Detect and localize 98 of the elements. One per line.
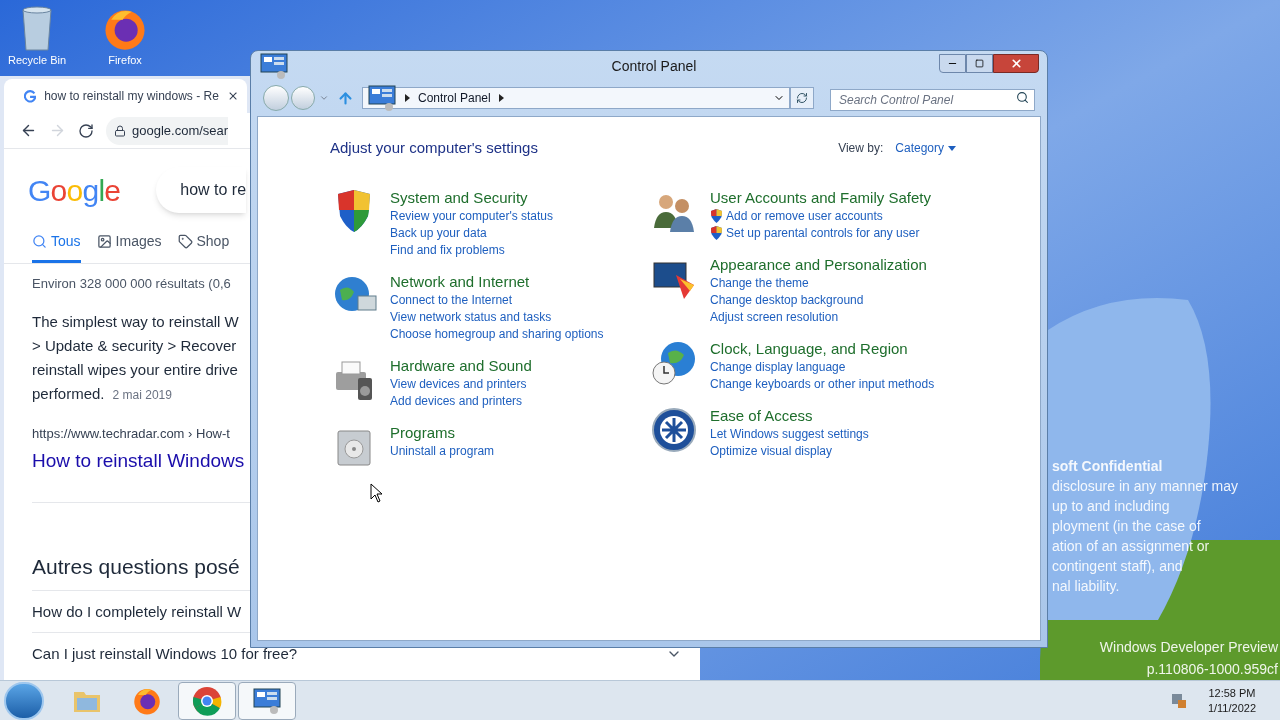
maximize-icon <box>975 58 984 68</box>
forward-button[interactable] <box>291 86 315 110</box>
category-link[interactable]: Back up your data <box>390 224 487 242</box>
tag-icon <box>177 234 193 249</box>
chrome-icon <box>192 685 222 716</box>
category-title[interactable]: Clock, Language, and Region <box>710 338 935 359</box>
notice-text: soft Confidential <box>1052 457 1164 476</box>
clock-time[interactable]: 12:58 PM <box>1208 685 1256 701</box>
notice-text: up to and including <box>1052 497 1171 516</box>
control-panel-icon <box>367 84 397 112</box>
browser-tab[interactable]: how to reinstall my windows - Re <box>4 79 247 113</box>
snippet-text: The simplest way to reinstall W <box>32 311 239 332</box>
mouse-pointer-icon <box>370 483 383 503</box>
view-by-dropdown[interactable]: Category <box>895 139 956 158</box>
shield-icon <box>710 209 723 223</box>
category-link[interactable]: Add or remove user accounts <box>726 207 883 225</box>
category-title[interactable]: Network and Internet <box>390 271 604 292</box>
start-button[interactable] <box>4 681 44 720</box>
build-text: Windows Developer Preview <box>1099 638 1278 657</box>
address-bar[interactable]: google.com/sear <box>106 116 229 145</box>
refresh-button[interactable] <box>790 87 814 109</box>
search-tab[interactable]: Images <box>96 231 162 263</box>
network-tray-icon[interactable] <box>1169 691 1188 710</box>
close-button[interactable] <box>993 53 1039 73</box>
search-field[interactable]: Search Control Panel <box>830 89 1035 111</box>
breadcrumb-item[interactable]: Control Panel <box>418 89 491 107</box>
category-link[interactable]: View devices and printers <box>390 375 527 393</box>
category-link[interactable]: Optimize visual display <box>710 442 833 460</box>
recycle-bin-icon <box>20 6 54 52</box>
notice-text: contingent staff), and <box>1052 557 1184 576</box>
up-icon[interactable] <box>337 89 354 107</box>
tab-title: how to reinstall my windows - Re <box>44 88 219 105</box>
category-title[interactable]: System and Security <box>390 187 554 208</box>
desktop-shortcut[interactable]: Recycle Bin <box>4 6 70 69</box>
category-link[interactable]: Uninstall a program <box>390 442 495 460</box>
question-item[interactable]: Can I just reinstall Windows 10 for free? <box>32 642 298 665</box>
category-link[interactable]: View network status and tasks <box>390 308 552 326</box>
image-icon <box>96 234 112 249</box>
category-link[interactable]: Find and fix problems <box>390 241 505 259</box>
result-url: https://www.techradar.com › How-t <box>32 424 230 443</box>
snippet-text: performed. <box>32 383 105 404</box>
result-count: Environ 328 000 000 résultats (0,6 <box>32 275 231 293</box>
section-heading: Autres questions posé <box>32 553 240 580</box>
category-link[interactable]: Change display language <box>710 358 846 376</box>
address-bar[interactable]: Control Panel <box>362 87 790 109</box>
category-link[interactable]: Let Windows suggest settings <box>710 425 869 443</box>
minimize-button[interactable] <box>939 53 966 73</box>
snippet-text: reinstall wipes your entire drive <box>32 359 238 380</box>
category-link[interactable]: Choose homegroup and sharing options <box>390 325 604 343</box>
google-logo: Google <box>28 172 121 209</box>
reload-icon[interactable] <box>78 122 94 139</box>
google-g-icon <box>24 89 37 103</box>
control-panel-icon <box>252 686 282 715</box>
notice-text: disclosure in any manner may <box>1052 477 1238 496</box>
shield-icon <box>710 226 723 240</box>
category-link[interactable]: Adjust screen resolution <box>710 308 839 326</box>
category-link[interactable]: Connect to the Internet <box>390 291 513 309</box>
view-by-label: View by: <box>838 140 884 158</box>
build-text: p.110806-1000.959cf <box>1146 660 1278 679</box>
category-link[interactable]: Add devices and printers <box>390 392 523 410</box>
accessibility-icon <box>650 405 698 454</box>
notice-text: nal liability. <box>1052 577 1121 596</box>
search-field[interactable]: how to re <box>156 167 247 213</box>
refresh-icon <box>796 92 808 104</box>
category-link[interactable]: Change desktop background <box>710 291 864 309</box>
back-icon[interactable] <box>20 122 37 139</box>
search-tab[interactable]: Shop <box>177 231 230 263</box>
category-link[interactable]: Change the theme <box>710 274 809 292</box>
breadcrumb-arrow-icon <box>405 94 410 102</box>
category-title[interactable]: User Accounts and Family Safety <box>710 187 931 208</box>
result-link[interactable]: How to reinstall Windows <box>32 447 245 476</box>
close-icon <box>1009 56 1023 70</box>
page-heading: Adjust your computer's settings <box>330 138 538 158</box>
taskbar-button[interactable] <box>238 681 296 720</box>
breadcrumb-arrow-icon <box>498 94 504 102</box>
caret-icon <box>948 145 956 151</box>
maximize-button[interactable] <box>966 53 993 73</box>
desktop-shortcut[interactable]: Firefox <box>92 6 158 69</box>
clock-date[interactable]: 1/11/2022 <box>1207 700 1256 716</box>
notice-text: ployment (in the case of <box>1052 517 1202 536</box>
taskbar-button[interactable] <box>178 681 236 720</box>
snippet-text: > Update & security > Recover <box>32 335 237 356</box>
category-link[interactable]: Set up parental controls for any user <box>726 224 920 242</box>
search-icon <box>32 234 47 249</box>
lock-icon <box>114 124 126 137</box>
control-panel-icon <box>259 52 289 80</box>
snippet-date: 2 mai 2019 <box>112 386 172 404</box>
category-link[interactable]: Change keyboards or other input methods <box>710 375 935 393</box>
question-item[interactable]: How do I completely reinstall W <box>32 601 242 624</box>
search-icon <box>1016 91 1029 104</box>
category-title[interactable]: Ease of Access <box>710 405 869 426</box>
category-title[interactable]: Hardware and Sound <box>390 355 532 376</box>
category-title[interactable]: Programs <box>390 422 495 443</box>
window-title: Control Panel <box>611 56 697 76</box>
search-tab[interactable]: Tous <box>32 231 81 263</box>
back-button[interactable] <box>263 85 289 111</box>
category-title[interactable]: Appearance and Personalization <box>710 254 927 275</box>
category-link[interactable]: Review your computer's status <box>390 207 554 225</box>
